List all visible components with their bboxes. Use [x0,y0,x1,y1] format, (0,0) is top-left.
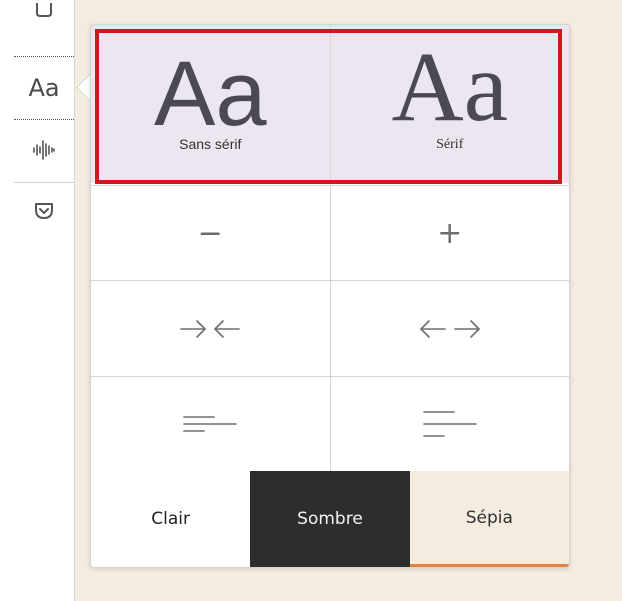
sepia-theme-label: Sépia [465,507,513,528]
sans-serif-label: Sans sérif [179,136,242,152]
color-scheme-row: Clair Sombre Sépia [91,471,569,567]
narrow-arrows-icon [180,319,241,338]
narrate-button[interactable] [14,122,74,178]
increase-font-size-button[interactable]: + [329,186,570,280]
narrower-content-button[interactable] [91,281,330,376]
reader-toolbar: Aa [0,0,75,601]
sepia-theme-button[interactable]: Sépia [409,471,569,567]
minus-icon: − [197,215,223,251]
pocket-icon [35,203,53,219]
type-controls-panel: Aa Sans sérif Aa Sérif − + Clair Sombre … [90,24,570,568]
type-controls-icon: Aa [28,74,60,102]
serif-label: Sérif [436,137,464,152]
font-size-row: − + [91,185,569,280]
line-height-increase-icon [422,410,477,437]
sans-serif-button[interactable]: Aa Sans sérif [91,25,330,183]
sans-serif-sample: Aa [153,43,267,145]
content-width-row [91,280,569,376]
close-icon [36,3,52,17]
dark-theme-label: Sombre [297,509,363,529]
serif-button[interactable]: Aa Sérif [329,25,570,183]
close-reader-button[interactable] [14,0,74,26]
light-theme-button[interactable]: Clair [91,471,251,567]
line-height-row [91,376,569,472]
decrease-font-size-button[interactable]: − [91,186,330,280]
light-theme-label: Clair [151,509,191,529]
dark-theme-button[interactable]: Sombre [250,471,410,567]
font-type-row: Aa Sans sérif Aa Sérif [91,25,570,184]
type-controls-button[interactable]: Aa [14,56,74,120]
serif-sample: Aa [391,31,509,142]
increase-line-height-button[interactable] [329,377,570,472]
decrease-line-height-button[interactable] [91,377,330,472]
plus-icon: + [437,215,463,251]
wider-content-button[interactable] [329,281,570,376]
line-height-decrease-icon [183,415,238,432]
pocket-button[interactable] [14,182,74,239]
narrate-icon [33,140,55,160]
wide-arrows-icon [419,319,480,338]
